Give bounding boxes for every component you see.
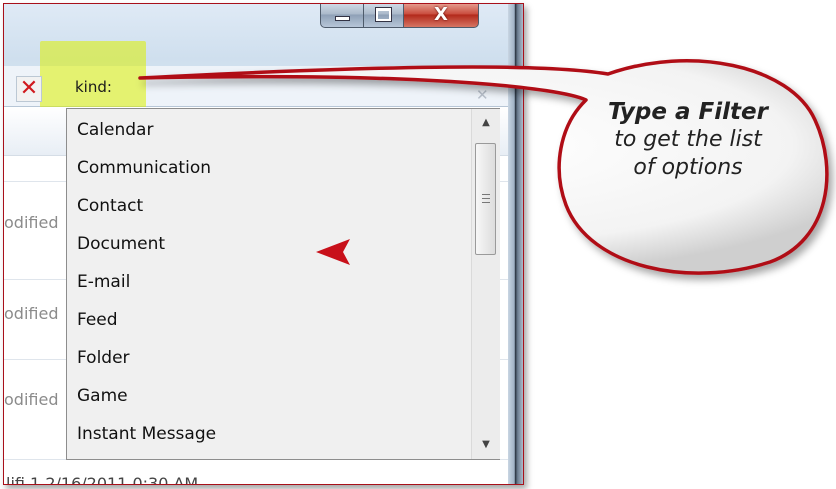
callout-line: to get the list (614, 127, 762, 152)
callout-title: Type a Filter (608, 99, 768, 125)
callout-text: Type a Filter to get the list of options (578, 98, 798, 182)
callout-overlay (138, 58, 829, 275)
callout-line: of options (633, 155, 743, 180)
